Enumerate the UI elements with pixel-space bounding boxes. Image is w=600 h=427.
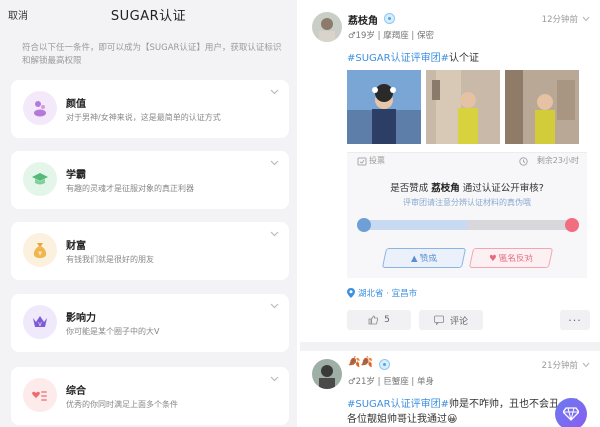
post-text: #SUGAR认证评审团#认个证 bbox=[347, 49, 479, 64]
face-icon bbox=[23, 91, 57, 125]
post-time: 12分钟前 bbox=[541, 15, 578, 25]
card-title: 影响力 bbox=[66, 313, 96, 324]
chevron-down-icon[interactable] bbox=[270, 160, 279, 166]
vote-remaining: 剩余23小时 bbox=[536, 156, 579, 165]
more-button[interactable]: ··· bbox=[560, 310, 590, 330]
oppose-button[interactable]: ♥ 匿名反对 bbox=[468, 248, 554, 268]
floating-action-button[interactable] bbox=[555, 398, 587, 427]
card-desc: 你可能是某个圈子中的大V bbox=[66, 327, 160, 336]
thumbs-up-icon bbox=[368, 315, 379, 325]
card-influence[interactable]: V 影响力 你可能是某个圈子中的大V bbox=[11, 294, 289, 352]
page-title: SUGAR认证 bbox=[110, 9, 187, 24]
post-photo[interactable] bbox=[426, 70, 500, 144]
chevron-down-icon[interactable] bbox=[270, 303, 279, 309]
card-desc: 有钱我们就是很好的朋友 bbox=[66, 255, 154, 264]
post-body: 认个证 bbox=[448, 53, 479, 64]
hashtag-link[interactable]: #SUGAR认证评审团# bbox=[347, 53, 449, 64]
card-appearance[interactable]: 颜值 对于男神/女神来说，这是最简单的认证方式 bbox=[11, 80, 289, 138]
avatar[interactable] bbox=[312, 359, 342, 389]
post-text-line: 各位靓姐帅哥让我通过😀 bbox=[347, 414, 458, 425]
comment-button[interactable]: 评论 bbox=[419, 310, 483, 330]
like-button[interactable]: 5 bbox=[347, 310, 411, 330]
post-time: 21分钟前 bbox=[541, 361, 578, 371]
location-pin-icon bbox=[347, 288, 355, 298]
approve-end-icon bbox=[357, 218, 371, 232]
card-title: 颜值 bbox=[66, 99, 86, 110]
vote-panel: 投票 剩余23小时 是否赞成 荔枝角 通过认证公开审核? 评审团请注意分辨认证材… bbox=[347, 152, 587, 278]
clock-icon bbox=[519, 157, 528, 166]
heart-list-icon bbox=[23, 378, 57, 412]
comment-icon bbox=[434, 315, 444, 325]
vote-progress-bar bbox=[361, 220, 573, 230]
comment-label: 评论 bbox=[449, 316, 468, 327]
user-meta: ♂19岁 | 摩羯座 | 保密 bbox=[348, 31, 434, 41]
chevron-down-icon[interactable] bbox=[270, 89, 279, 95]
card-title: 综合 bbox=[66, 386, 86, 397]
intro-text: 符合以下任一条件，即可以成为【SUGAR认证】用户，获取认证标识和解锁最高权限 bbox=[22, 43, 282, 66]
user-meta: ♂21岁 | 巨蟹座 | 单身 bbox=[348, 377, 434, 387]
username[interactable]: 🍂🍂 bbox=[348, 357, 373, 368]
chevron-down-icon[interactable] bbox=[582, 16, 590, 22]
username[interactable]: 荔枝角 bbox=[348, 12, 378, 27]
svg-text:V: V bbox=[38, 322, 42, 328]
post-divider bbox=[300, 342, 600, 351]
oppose-end-icon bbox=[565, 218, 579, 232]
vote-question: 是否赞成 荔枝角 通过认证公开审核? bbox=[390, 183, 544, 194]
feed-panel: 荔枝角 ♂19岁 | 摩羯座 | 保密 12分钟前 #SUGAR认证评审团#认个… bbox=[300, 0, 600, 427]
post-photo[interactable] bbox=[505, 70, 579, 144]
vote-hint: 评审团请注意分辨认证材料的真伪哦 bbox=[403, 198, 531, 207]
verified-badge-icon bbox=[379, 359, 390, 370]
hashtag-link[interactable]: #SUGAR认证评审团# bbox=[347, 399, 449, 410]
post-text: #SUGAR认证评审团#帅是不咋帅，丑也不会丑，我 bbox=[347, 395, 579, 410]
location[interactable]: 湖北省 · 宜昌市 bbox=[347, 287, 417, 299]
verified-badge-icon bbox=[384, 13, 395, 24]
chevron-down-icon[interactable] bbox=[270, 231, 279, 237]
crown-icon: V bbox=[23, 305, 57, 339]
sugar-verification-panel: 取消 SUGAR认证 符合以下任一条件，即可以成为【SUGAR认证】用户，获取认… bbox=[0, 0, 297, 427]
approve-button[interactable]: ▲ 赞成 bbox=[381, 248, 467, 268]
chevron-down-icon[interactable] bbox=[270, 376, 279, 382]
like-count: 5 bbox=[384, 315, 390, 325]
vote-label: 投票 bbox=[369, 156, 385, 165]
graduation-cap-icon bbox=[23, 162, 57, 196]
card-desc: 有趣的灵魂才是征服对象的真正利器 bbox=[66, 184, 194, 193]
diamond-icon bbox=[563, 407, 579, 421]
svg-text:¥: ¥ bbox=[38, 251, 42, 258]
nav-header: 取消 SUGAR认证 bbox=[0, 0, 297, 32]
vote-icon bbox=[357, 157, 367, 166]
avatar[interactable] bbox=[312, 12, 342, 42]
card-desc: 对于男神/女神来说，这是最简单的认证方式 bbox=[66, 113, 221, 122]
post-photo[interactable] bbox=[347, 70, 421, 144]
card-title: 学霸 bbox=[66, 170, 86, 181]
money-bag-icon: ¥ bbox=[23, 233, 57, 267]
card-comprehensive[interactable]: 综合 优秀的你同时满足上面多个条件 bbox=[11, 367, 289, 425]
card-desc: 优秀的你同时满足上面多个条件 bbox=[66, 400, 178, 409]
card-wealth[interactable]: ¥ 财富 有钱我们就是很好的朋友 bbox=[11, 222, 289, 280]
chevron-down-icon[interactable] bbox=[582, 362, 590, 368]
location-text: 湖北省 · 宜昌市 bbox=[358, 289, 418, 299]
card-academic[interactable]: 学霸 有趣的灵魂才是征服对象的真正利器 bbox=[11, 151, 289, 209]
card-title: 财富 bbox=[66, 241, 86, 252]
